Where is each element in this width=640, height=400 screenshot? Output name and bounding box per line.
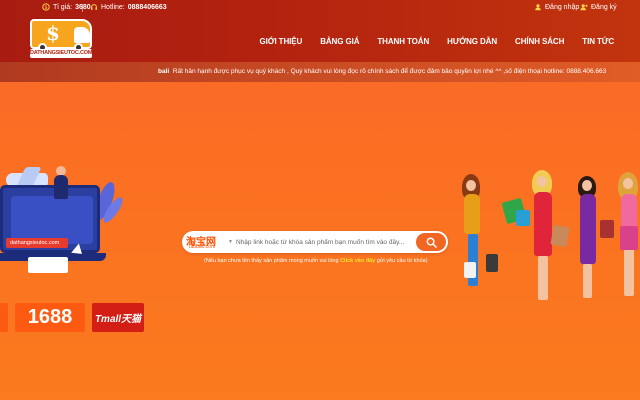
site-logo[interactable]: $ DATHANGSIEUTOC.COM: [30, 19, 92, 59]
register-label: Đăng ký: [591, 3, 617, 11]
register-link[interactable]: Đăng ký: [580, 3, 617, 11]
url-chip: dathangsieutoc.com: [6, 238, 68, 248]
shopping-bag-icon: [550, 224, 570, 248]
announcement-ticker: bali Rất hân hạnh được phục vụ quý khách…: [0, 62, 640, 82]
product-search-bar: 淘宝网 Taobao.com ▼: [182, 231, 448, 253]
user-plus-icon: [580, 4, 588, 11]
search-button[interactable]: [416, 233, 446, 251]
shopping-bag-icon: [486, 254, 498, 272]
nav-item-chinh-sach[interactable]: CHÍNH SÁCH: [515, 37, 564, 46]
hotline[interactable]: Hotline: 0888406663: [90, 3, 167, 11]
logo-text: DATHANGSIEUTOC.COM: [30, 49, 93, 58]
shopping-bag-icon: [620, 226, 638, 250]
logo-symbol: $: [46, 21, 60, 45]
headset-icon: [90, 4, 98, 10]
search-input[interactable]: [236, 235, 406, 249]
shoppers-illustration: [460, 170, 640, 330]
login-label: Đăng nhập: [545, 3, 580, 11]
user-icon: [535, 4, 541, 11]
ticker-prefix: bali: [158, 68, 170, 75]
nav-item-gioi-thieu[interactable]: GIỚI THIỆU: [259, 37, 302, 46]
exchange-label: Tỉ giá:: [53, 3, 73, 11]
shopping-bag-icon: [464, 262, 476, 278]
laptop-screen: [11, 196, 93, 244]
nav-item-bang-gia[interactable]: BẢNG GIÁ: [320, 37, 359, 46]
nav-item-tin-tuc[interactable]: TIN TỨC: [582, 37, 614, 46]
taobao-logo-en: Taobao.com: [188, 244, 216, 250]
header: $ Tỉ giá: 3680 Hotline: 0888406663 Đăng …: [0, 0, 640, 62]
truck-cab: [74, 27, 90, 43]
info-bar: $ Tỉ giá: 3680 Hotline: 0888406663 Đăng …: [0, 0, 640, 16]
divider: [82, 4, 83, 12]
main-nav: GIỚI THIỆU BẢNG GIÁ THANH TOÁN HƯỚNG DẪN…: [259, 37, 614, 46]
svg-text:$: $: [44, 5, 47, 11]
nav-item-thanh-toan[interactable]: THANH TOÁN: [377, 37, 429, 46]
search-icon: [426, 237, 437, 248]
search-help-note: (Nếu bạn chưa tìm thấy sản phẩm mong muố…: [204, 258, 428, 264]
hotline-label: Hotline:: [101, 3, 125, 11]
taobao-selector[interactable]: 淘宝网 Taobao.com: [186, 233, 230, 251]
login-link[interactable]: Đăng nhập: [534, 3, 579, 11]
shopping-bag-icon: [516, 210, 530, 226]
ticker-text: bali Rất hân hạnh được phục vụ quý khách…: [158, 68, 606, 75]
exchange-rate: $ Tỉ giá: 3680: [42, 3, 91, 11]
marketplace-logo-1688[interactable]: 1688: [15, 303, 85, 332]
nav-item-huong-dan[interactable]: HƯỚNG DẪN: [447, 37, 497, 46]
chevron-down-icon[interactable]: ▼: [228, 239, 233, 245]
note-after: gửi yêu cầu từ khóa): [376, 258, 428, 264]
click-here-link[interactable]: Click vào đây: [340, 258, 375, 264]
order-card: [28, 257, 68, 273]
ticker-message: Rất hân hạnh được phục vụ quý khách , Qu…: [172, 68, 607, 75]
marketplace-logo-tmall[interactable]: Tmall天猫: [92, 303, 144, 332]
person-figure: [54, 175, 68, 199]
coin-icon: $: [42, 3, 50, 11]
shopping-bag-icon: [600, 220, 614, 238]
marketplace-logo-partial[interactable]: [0, 303, 8, 332]
note-before: (Nếu bạn chưa tìm thấy sản phẩm mong muố…: [204, 258, 339, 264]
hotline-value: 0888406663: [127, 3, 167, 11]
marketplace-logos: 1688 Tmall天猫: [0, 303, 144, 332]
